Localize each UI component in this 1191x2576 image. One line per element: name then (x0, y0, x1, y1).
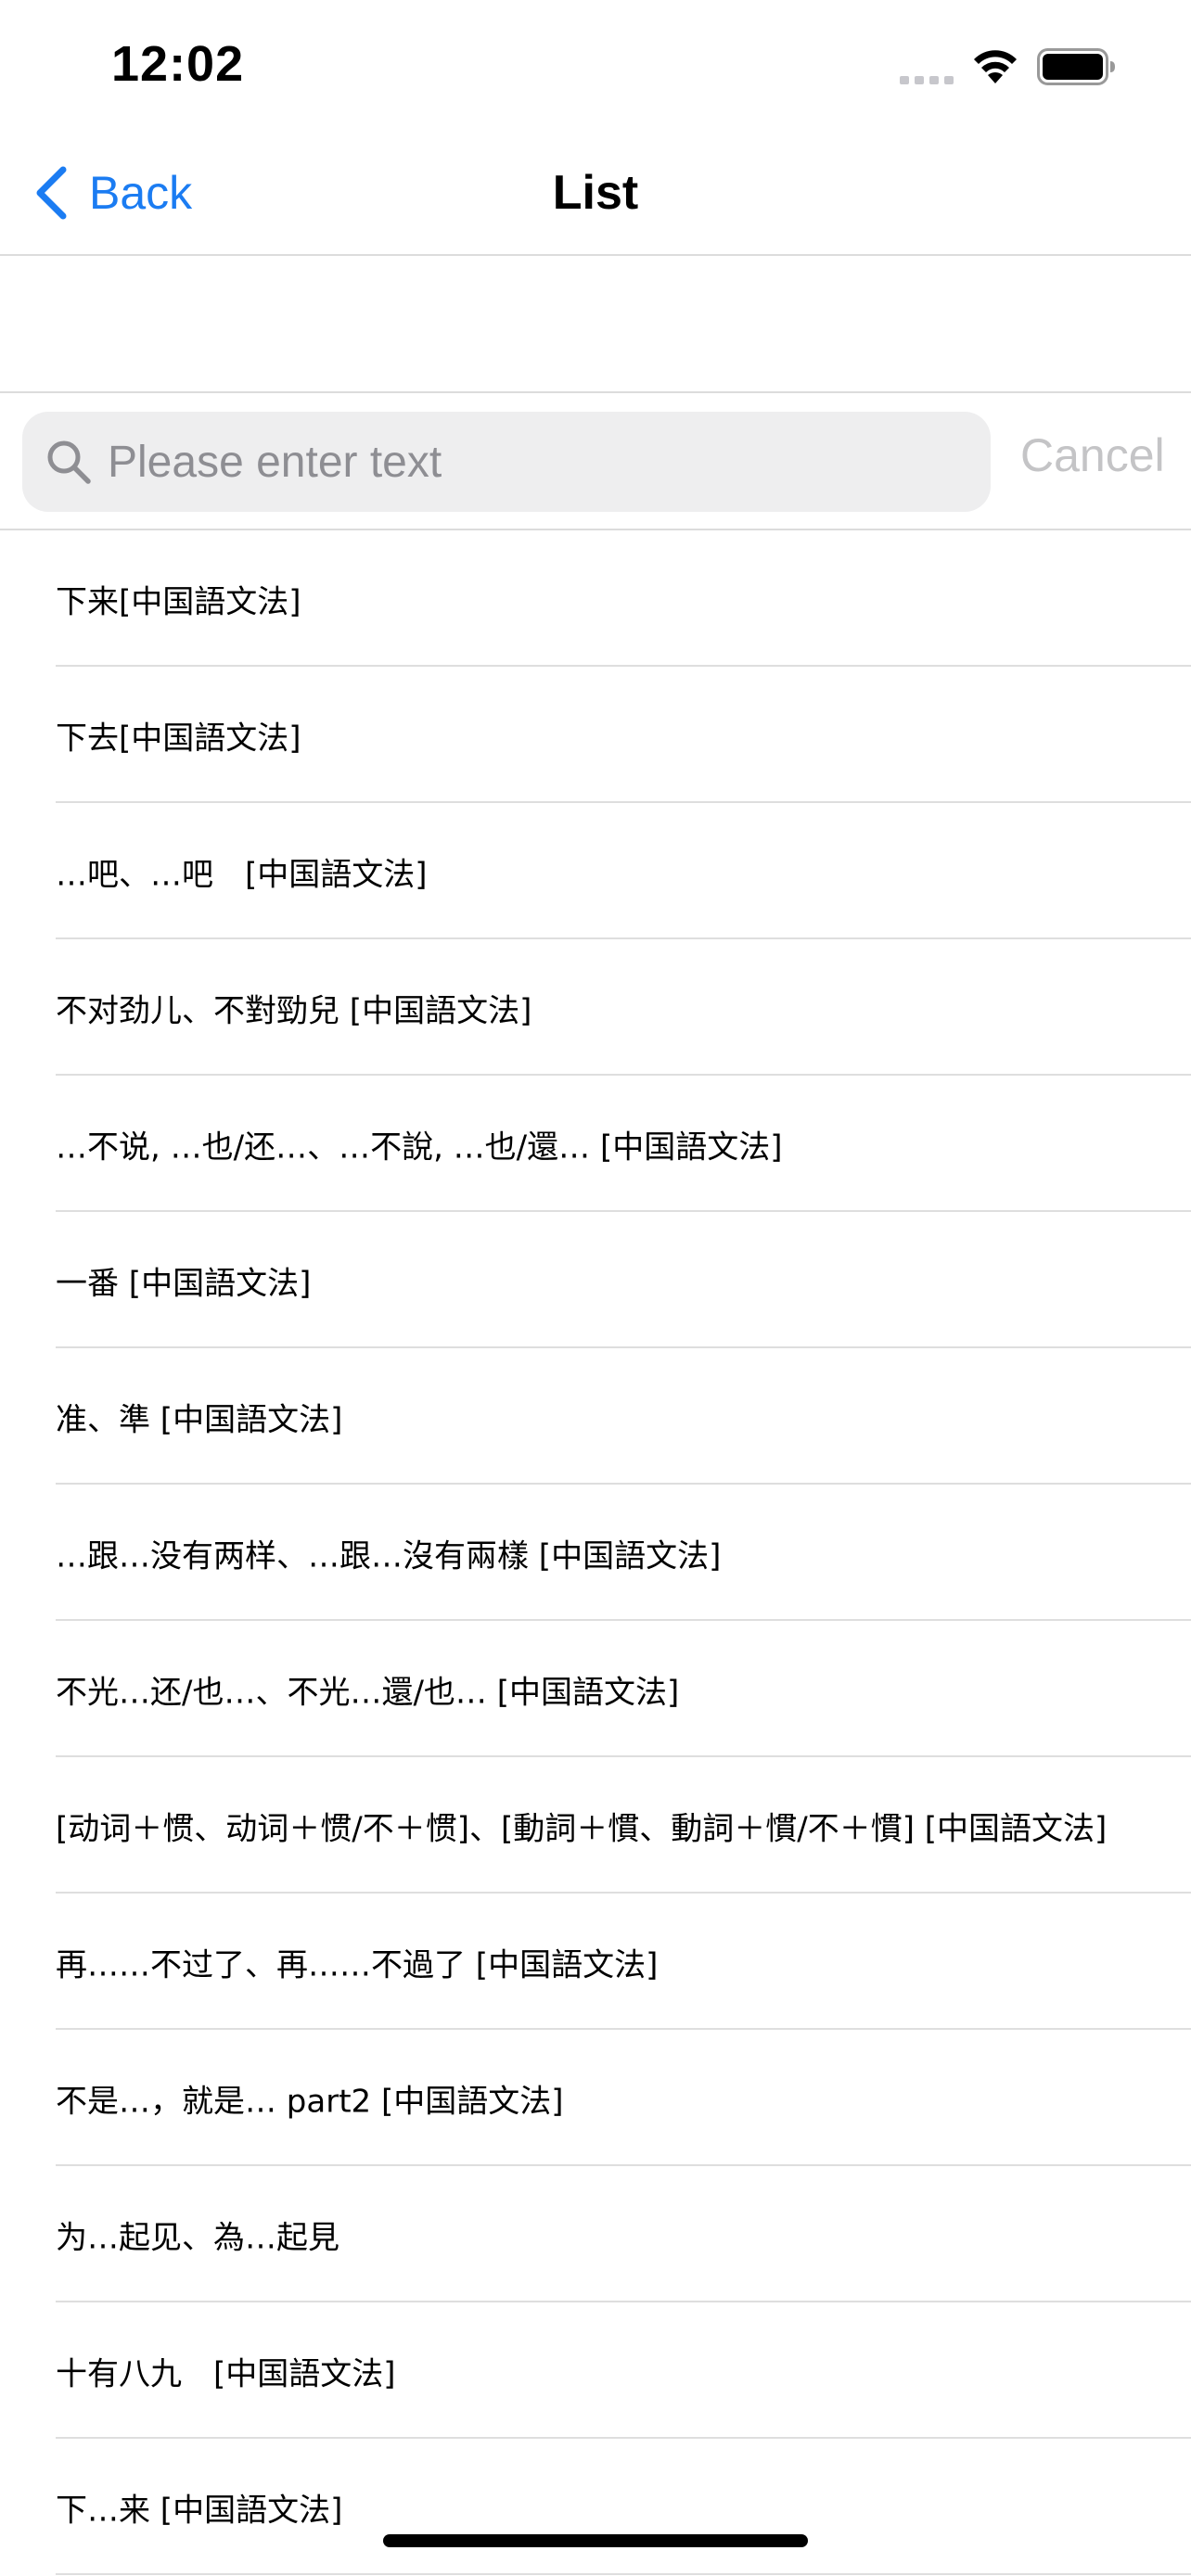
search-icon (47, 440, 91, 484)
list-item[interactable]: 下去[中国語文法] (0, 667, 1191, 803)
list-item[interactable]: 不对劲儿、不對勁兒 [中国語文法] (0, 939, 1191, 1076)
list-item[interactable]: 不光…还/也…、不光…還/也… [中国語文法] (0, 1621, 1191, 1757)
list-item-label: 不对劲儿、不對勁兒 [中国語文法] (56, 992, 532, 1029)
search-input[interactable] (108, 429, 980, 494)
list-item[interactable]: 为…起见、為…起見 (0, 2166, 1191, 2302)
page-title: List (552, 166, 639, 220)
search-bar: Cancel (0, 393, 1191, 530)
wifi-icon (974, 50, 1017, 83)
search-field[interactable] (22, 412, 991, 512)
list-item[interactable]: 下来[中国語文法] (0, 530, 1191, 667)
list-item-label: 十有八九 [中国語文法] (56, 2355, 396, 2392)
list-item-label: 一番 [中国語文法] (56, 1265, 312, 1302)
list-item-label: 下来[中国語文法] (56, 583, 301, 620)
list-item[interactable]: …跟…没有两样、…跟…沒有兩樣 [中国語文法] (0, 1485, 1191, 1621)
list-item[interactable]: 再……不过了、再……不過了 [中国語文法] (0, 1894, 1191, 2030)
list-item-label: 下…来 [中国語文法] (56, 2492, 343, 2529)
list-item[interactable]: [动词＋惯、动词＋惯/不＋惯]、[動詞＋慣、動詞＋慣/不＋慣] [中国語文法] (0, 1757, 1191, 1894)
list-item[interactable]: …不说, …也/还…、…不說, …也/還… [中国語文法] (0, 1076, 1191, 1212)
list-item-label: …跟…没有两样、…跟…沒有兩樣 [中国語文法] (56, 1537, 722, 1575)
list-item-label: 准、準 [中国語文法] (56, 1401, 343, 1438)
status-bar: 12:02 (0, 0, 1191, 130)
list-item-label: [动词＋惯、动词＋惯/不＋惯]、[動詞＋慣、動詞＋慣/不＋慣] [中国語文法] (56, 1810, 1108, 1847)
list-item-label: 为…起见、為…起見 (56, 2219, 339, 2256)
list-item-label: 下去[中国語文法] (56, 720, 301, 757)
list-item-label: 再……不过了、再……不過了 [中国語文法] (56, 1946, 659, 1983)
list-item-label: 不是…，就是… part2 [中国語文法] (56, 2083, 564, 2120)
cancel-button[interactable]: Cancel (1020, 428, 1165, 482)
list-item-label: …吧、…吧 [中国語文法] (56, 856, 428, 893)
list-item[interactable]: 不是…，就是… part2 [中国語文法] (0, 2030, 1191, 2166)
cellular-signal-icon (900, 76, 954, 84)
navigation-bar: Back List (0, 130, 1191, 256)
battery-icon (1037, 48, 1115, 85)
list-item-label: 不光…还/也…、不光…還/也… [中国語文法] (56, 1674, 680, 1711)
list-item[interactable]: 下…来 [中国語文法] (0, 2439, 1191, 2575)
status-time: 12:02 (111, 36, 245, 92)
list-item-label: …不说, …也/还…、…不說, …也/還… [中国語文法] (56, 1129, 783, 1166)
list-item[interactable]: …吧、…吧 [中国語文法] (0, 803, 1191, 939)
grammar-list: 下来[中国語文法] 下去[中国語文法] …吧、…吧 [中国語文法] 不对劲儿、不… (0, 530, 1191, 2575)
list-item[interactable]: 一番 [中国語文法] (0, 1212, 1191, 1348)
list-item[interactable]: 准、準 [中国語文法] (0, 1348, 1191, 1485)
list-item[interactable]: 十有八九 [中国語文法] (0, 2302, 1191, 2439)
home-indicator (383, 2534, 808, 2547)
header-spacer (0, 256, 1191, 393)
